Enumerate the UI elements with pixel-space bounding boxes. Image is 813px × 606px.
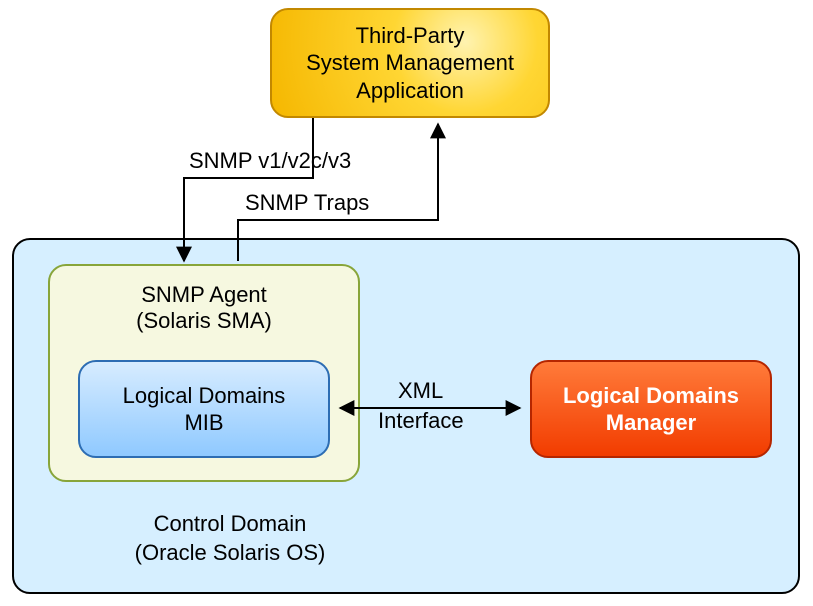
snmp-agent-title: SNMP Agent (50, 282, 358, 308)
control-domain-line1: Control Domain (100, 510, 360, 539)
logical-domains-mib-box: Logical Domains MIB (78, 360, 330, 458)
snmp-agent-subtitle: (Solaris SMA) (50, 308, 358, 334)
label-snmp-traps: SNMP Traps (245, 190, 369, 216)
third-party-line1: Third-Party (356, 22, 465, 50)
control-domain-caption: Control Domain (Oracle Solaris OS) (100, 510, 360, 567)
third-party-line2: System Management (306, 49, 514, 77)
ldm-line2: Manager (606, 409, 696, 437)
logical-domains-manager-box: Logical Domains Manager (530, 360, 772, 458)
control-domain-line2: (Oracle Solaris OS) (100, 539, 360, 568)
label-snmp-versions: SNMP v1/v2c/v3 (189, 148, 351, 174)
third-party-app-box: Third-Party System Management Applicatio… (270, 8, 550, 118)
label-xml: XML (398, 378, 443, 404)
mib-line2: MIB (184, 409, 223, 437)
label-interface: Interface (378, 408, 464, 434)
third-party-line3: Application (356, 77, 464, 105)
ldm-line1: Logical Domains (563, 382, 739, 410)
mib-line1: Logical Domains (123, 382, 286, 410)
